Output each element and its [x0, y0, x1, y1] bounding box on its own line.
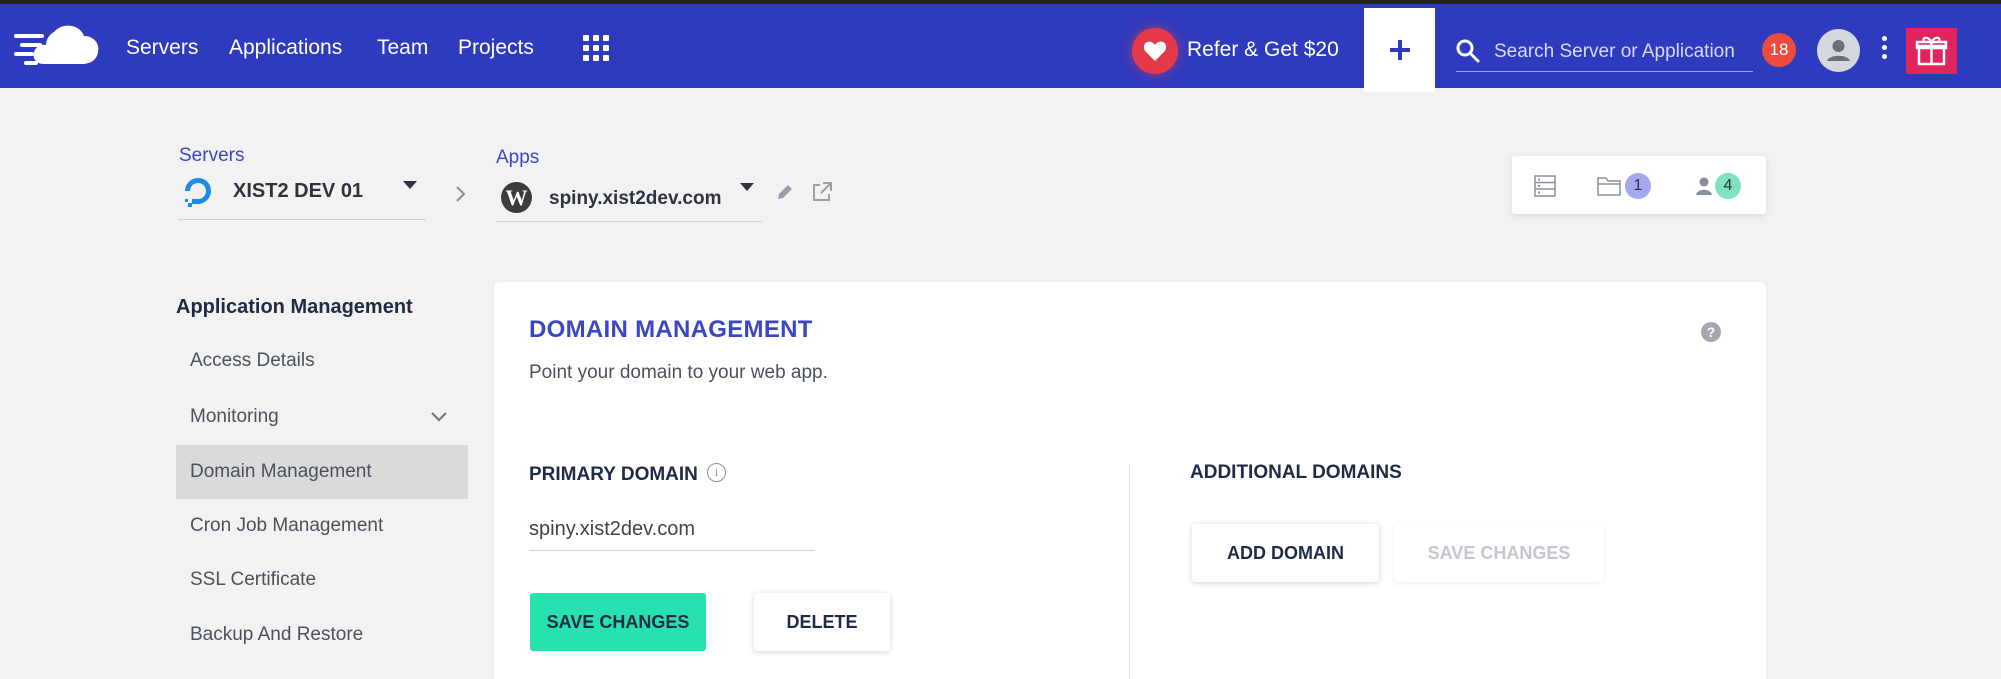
chevron-down-icon[interactable] [430, 411, 448, 423]
plus-icon [1390, 40, 1410, 60]
heart-icon[interactable] [1132, 28, 1178, 74]
section-divider [1129, 464, 1130, 679]
chevron-down-icon [403, 181, 417, 189]
breadcrumb-apps-label[interactable]: Apps [496, 147, 539, 169]
refer-link[interactable]: Refer & Get $20 [1187, 38, 1339, 62]
notification-badge[interactable]: 18 [1762, 33, 1796, 67]
server-selector[interactable]: XIST2 DEV 01 [178, 170, 426, 220]
app-stats-box: 1 4 [1512, 156, 1766, 214]
page-title: DOMAIN MANAGEMENT [529, 316, 813, 343]
server-list-icon[interactable] [1533, 174, 1557, 198]
page-subtitle: Point your domain to your web app. [529, 362, 828, 383]
cloudways-logo[interactable] [14, 22, 100, 72]
top-navbar: Servers Applications Team Projects Refer… [0, 4, 2001, 92]
pencil-icon[interactable] [775, 182, 795, 202]
nav-servers[interactable]: Servers [126, 36, 198, 60]
chevron-down-icon [740, 183, 754, 191]
domain-management-card: DOMAIN MANAGEMENT Point your domain to y… [494, 282, 1766, 679]
add-new-button[interactable] [1364, 8, 1435, 92]
primary-domain-input[interactable] [529, 509, 815, 551]
apps-grid-icon[interactable] [583, 35, 609, 61]
chevron-right-icon [456, 186, 466, 202]
sidebar-item-ssl-certificate[interactable]: SSL Certificate [176, 553, 468, 607]
nav-projects[interactable]: Projects [458, 36, 534, 60]
server-name: XIST2 DEV 01 [233, 180, 364, 202]
additional-save-changes-button[interactable]: SAVE CHANGES [1394, 524, 1604, 582]
wordpress-icon: W [501, 182, 532, 213]
sidebar-item-cron-job-management[interactable]: Cron Job Management [176, 499, 468, 553]
sidebar-title: Application Management [176, 296, 413, 318]
sidebar-item-backup-and-restore[interactable]: Backup And Restore [176, 608, 468, 662]
primary-domain-label: PRIMARY DOMAIN [529, 464, 698, 485]
gift-icon[interactable] [1906, 28, 1957, 74]
kebab-menu-icon[interactable] [1879, 36, 1889, 66]
external-link-icon[interactable] [810, 180, 834, 204]
sidebar-item-access-details[interactable]: Access Details [176, 334, 468, 388]
info-icon[interactable]: i [707, 463, 726, 482]
search-input[interactable] [1456, 32, 1753, 72]
nav-team[interactable]: Team [377, 36, 428, 60]
add-domain-button[interactable]: ADD DOMAIN [1192, 524, 1379, 582]
user-icon[interactable] [1693, 175, 1715, 197]
digitalocean-icon [185, 178, 211, 207]
members-count-badge: 4 [1715, 173, 1741, 199]
delete-button[interactable]: DELETE [754, 593, 890, 651]
save-changes-button[interactable]: SAVE CHANGES [530, 593, 706, 651]
sidebar-item-domain-management[interactable]: Domain Management [176, 445, 468, 499]
sidebar-item-monitoring[interactable]: Monitoring [176, 390, 468, 444]
breadcrumb-servers-label[interactable]: Servers [179, 145, 244, 167]
folders-count-badge: 1 [1625, 173, 1651, 199]
help-icon[interactable]: ? [1701, 322, 1721, 342]
additional-domains-label: ADDITIONAL DOMAINS [1190, 462, 1402, 483]
nav-applications[interactable]: Applications [229, 36, 342, 60]
app-name: spiny.xist2dev.com [549, 188, 722, 209]
avatar-icon[interactable] [1817, 29, 1860, 72]
folder-icon[interactable] [1596, 175, 1622, 197]
app-selector[interactable]: W spiny.xist2dev.com [496, 172, 762, 222]
